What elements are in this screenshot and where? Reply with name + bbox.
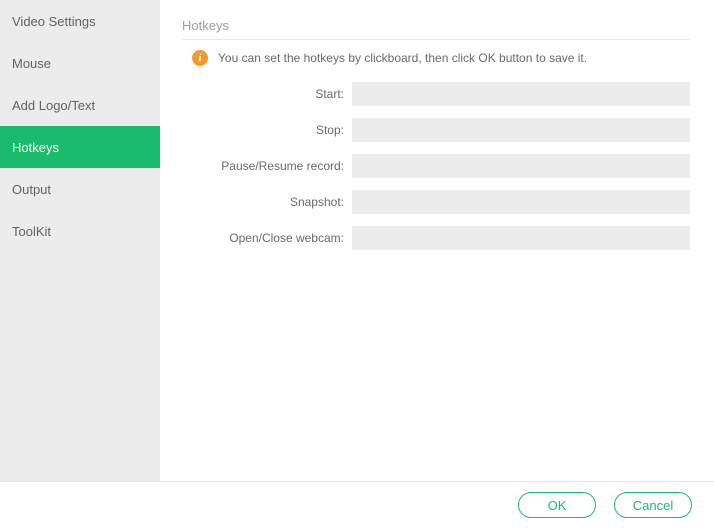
app-window: Video Settings Mouse Add Logo/Text Hotke… xyxy=(0,0,714,528)
label-snapshot: Snapshot: xyxy=(182,195,352,209)
cancel-button[interactable]: Cancel xyxy=(614,492,692,518)
sidebar-item-add-logo-text[interactable]: Add Logo/Text xyxy=(0,84,160,126)
sidebar-item-hotkeys[interactable]: Hotkeys xyxy=(0,126,160,168)
input-start[interactable] xyxy=(352,82,690,106)
ok-button[interactable]: OK xyxy=(518,492,596,518)
label-start: Start: xyxy=(182,87,352,101)
input-pause-resume[interactable] xyxy=(352,154,690,178)
content-panel: Hotkeys i You can set the hotkeys by cli… xyxy=(160,0,714,481)
sidebar-item-mouse[interactable]: Mouse xyxy=(0,42,160,84)
page-title: Hotkeys xyxy=(182,18,690,40)
hotkeys-form: Start: Stop: Pause/Resume record: Snapsh… xyxy=(182,82,690,250)
sidebar: Video Settings Mouse Add Logo/Text Hotke… xyxy=(0,0,160,481)
row-start: Start: xyxy=(182,82,690,106)
sidebar-item-video-settings[interactable]: Video Settings xyxy=(0,0,160,42)
info-icon: i xyxy=(192,50,208,66)
sidebar-item-output[interactable]: Output xyxy=(0,168,160,210)
hint-text: You can set the hotkeys by clickboard, t… xyxy=(218,51,587,65)
label-webcam: Open/Close webcam: xyxy=(182,231,352,245)
input-stop[interactable] xyxy=(352,118,690,142)
footer: OK Cancel xyxy=(0,482,714,528)
row-stop: Stop: xyxy=(182,118,690,142)
row-pause-resume: Pause/Resume record: xyxy=(182,154,690,178)
row-snapshot: Snapshot: xyxy=(182,190,690,214)
main-area: Video Settings Mouse Add Logo/Text Hotke… xyxy=(0,0,714,482)
label-stop: Stop: xyxy=(182,123,352,137)
label-pause-resume: Pause/Resume record: xyxy=(182,159,352,173)
input-snapshot[interactable] xyxy=(352,190,690,214)
sidebar-item-toolkit[interactable]: ToolKit xyxy=(0,210,160,252)
input-webcam[interactable] xyxy=(352,226,690,250)
hint-row: i You can set the hotkeys by clickboard,… xyxy=(182,50,690,66)
row-webcam: Open/Close webcam: xyxy=(182,226,690,250)
